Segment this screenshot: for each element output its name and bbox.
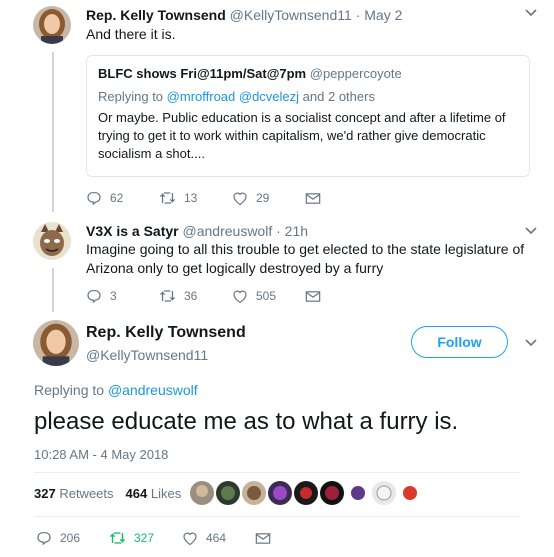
divider bbox=[34, 516, 520, 517]
dm-button[interactable] bbox=[255, 532, 271, 545]
retweet-button[interactable]: 36 bbox=[159, 289, 232, 303]
liker-avatar[interactable] bbox=[398, 481, 422, 505]
like-button[interactable]: 29 bbox=[232, 191, 305, 206]
tweet1-actions: 62 13 29 bbox=[86, 190, 321, 206]
divider bbox=[34, 472, 520, 473]
reply-icon bbox=[37, 532, 51, 546]
reply-icon bbox=[87, 290, 101, 304]
retweet-icon bbox=[159, 290, 176, 302]
retweet-icon bbox=[109, 532, 126, 544]
main-tweet-text: please educate me as to what a furry is. bbox=[34, 408, 459, 435]
quote-author-name: BLFC shows Fri@11pm/Sat@7pm bbox=[98, 66, 307, 81]
retweet-button[interactable]: 327 bbox=[109, 531, 182, 545]
reply-icon bbox=[87, 192, 101, 206]
retweet-icon bbox=[159, 192, 176, 204]
quote-text: Or maybe. Public education is a socialis… bbox=[98, 110, 506, 161]
like-button[interactable]: 505 bbox=[232, 289, 305, 304]
main-replying-line: Replying to @andreuswolf bbox=[34, 382, 198, 398]
avatar-kelly-townsend[interactable] bbox=[33, 6, 71, 44]
tweet1-author-name[interactable]: Rep. Kelly Townsend bbox=[86, 7, 226, 23]
heart-icon bbox=[233, 192, 247, 205]
like-count: 505 bbox=[256, 289, 277, 303]
reply-count: 62 bbox=[110, 191, 124, 205]
likes-stat-count: 464 bbox=[125, 486, 148, 501]
tweet1-header: Rep. Kelly Townsend @KellyTownsend11 · M… bbox=[86, 7, 402, 23]
avatar-main-kelly-townsend[interactable] bbox=[33, 320, 79, 366]
tweet1-text: And there it is. bbox=[86, 26, 176, 42]
avatar-v3x[interactable] bbox=[33, 222, 71, 260]
retweets-stat-label: Retweets bbox=[59, 486, 114, 501]
like-count: 464 bbox=[206, 531, 227, 545]
main-actions: 206 327 464 bbox=[36, 530, 271, 546]
liker-avatar[interactable] bbox=[190, 481, 214, 505]
quote-replying-prefix: Replying to bbox=[98, 89, 164, 104]
liker-avatar[interactable] bbox=[346, 481, 370, 505]
tweet1-handle[interactable]: @KellyTownsend11 bbox=[230, 7, 352, 23]
engagement-stats: 327 Retweets 464 Likes bbox=[34, 486, 181, 501]
retweets-stat-count: 327 bbox=[34, 486, 56, 501]
retweets-stat[interactable]: 327 Retweets bbox=[34, 486, 114, 501]
reply-button[interactable]: 3 bbox=[86, 288, 159, 304]
reply-count: 206 bbox=[60, 531, 81, 545]
like-button[interactable]: 464 bbox=[182, 531, 255, 546]
dm-button[interactable] bbox=[305, 290, 321, 303]
like-count: 29 bbox=[256, 191, 270, 205]
dm-button[interactable] bbox=[305, 192, 321, 205]
main-author-handle[interactable]: @KellyTownsend11 bbox=[86, 347, 208, 363]
liker-avatar[interactable] bbox=[268, 481, 292, 505]
tweet2-date[interactable]: 21h bbox=[285, 223, 308, 239]
thread-line-lower bbox=[52, 268, 54, 312]
quote-handle: @peppercoyote bbox=[309, 66, 402, 81]
heart-icon bbox=[233, 290, 247, 303]
tweet2-author-name[interactable]: V3X is a Satyr bbox=[86, 223, 179, 239]
retweet-count: 13 bbox=[184, 191, 198, 205]
mail-icon bbox=[305, 290, 321, 302]
tweet2-separator: · bbox=[276, 223, 281, 239]
liker-avatar[interactable] bbox=[294, 481, 318, 505]
quoted-tweet-card[interactable]: BLFC shows Fri@11pm/Sat@7pm @peppercoyot… bbox=[86, 55, 530, 177]
reply-count: 3 bbox=[110, 289, 117, 303]
tweet2-handle[interactable]: @andreuswolf bbox=[183, 223, 273, 239]
tweet2-actions: 3 36 505 bbox=[86, 288, 321, 304]
likes-stat[interactable]: 464 Likes bbox=[126, 486, 182, 501]
reply-button[interactable]: 206 bbox=[36, 530, 109, 546]
liker-avatar[interactable] bbox=[372, 481, 396, 505]
tweet2-header: V3X is a Satyr @andreuswolf · 21h bbox=[86, 223, 308, 239]
main-replying-to-link[interactable]: @andreuswolf bbox=[108, 382, 198, 398]
main-author-name[interactable]: Rep. Kelly Townsend bbox=[86, 324, 246, 342]
retweet-button[interactable]: 13 bbox=[159, 191, 232, 205]
likes-stat-label: Likes bbox=[150, 486, 182, 501]
reply-button[interactable]: 62 bbox=[86, 190, 159, 206]
chevron-down-icon[interactable] bbox=[525, 227, 537, 235]
quote-replying-to-link: @mroffroad @dcvelezj bbox=[166, 89, 300, 104]
quote-replying-line: Replying to @mroffroad @dcvelezj and 2 o… bbox=[98, 89, 518, 104]
chevron-down-icon[interactable] bbox=[525, 339, 537, 347]
mail-icon bbox=[255, 532, 271, 544]
heart-icon bbox=[183, 532, 197, 545]
chevron-down-icon[interactable] bbox=[525, 9, 537, 17]
mail-icon bbox=[305, 192, 321, 204]
thread-line-upper bbox=[52, 52, 54, 212]
liker-avatar[interactable] bbox=[320, 481, 344, 505]
main-replying-prefix: Replying to bbox=[34, 382, 105, 398]
quote-replying-suffix: and 2 others bbox=[302, 89, 375, 104]
liker-avatar[interactable] bbox=[242, 481, 266, 505]
likers-avatars bbox=[190, 481, 422, 505]
retweet-count: 36 bbox=[184, 289, 198, 303]
main-timestamp[interactable]: 10:28 AM - 4 May 2018 bbox=[34, 447, 168, 462]
follow-button[interactable]: Follow bbox=[411, 326, 508, 358]
quote-header: BLFC shows Fri@11pm/Sat@7pm @peppercoyot… bbox=[98, 66, 518, 81]
retweet-count: 327 bbox=[134, 531, 155, 545]
tweet2-text: Imagine going to all this trouble to get… bbox=[86, 241, 525, 276]
liker-avatar[interactable] bbox=[216, 481, 240, 505]
tweet1-date[interactable]: May 2 bbox=[364, 7, 402, 23]
tweet1-separator: · bbox=[355, 7, 361, 23]
